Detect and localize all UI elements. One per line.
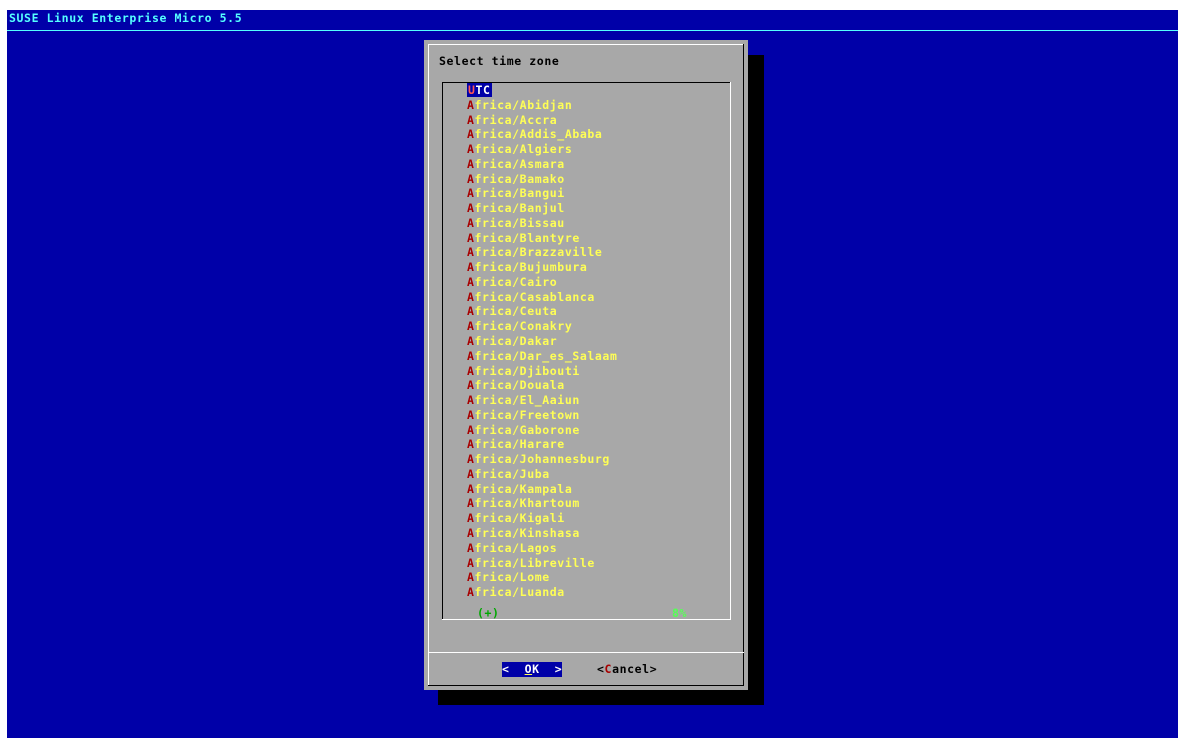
timezone-item[interactable]: Africa/Kigali	[467, 511, 617, 526]
timezone-item-label: A	[467, 142, 475, 157]
timezone-item[interactable]: Africa/Lome	[467, 570, 617, 585]
dialog-border	[743, 44, 744, 686]
timezone-item-label: A	[467, 555, 475, 570]
timezone-item[interactable]: Africa/Conakry	[467, 319, 617, 334]
timezone-item-label: A	[467, 466, 475, 481]
timezone-item-label: A	[467, 171, 475, 186]
timezone-item[interactable]: Africa/Bangui	[467, 186, 617, 201]
timezone-item-label: A	[467, 496, 475, 511]
timezone-item[interactable]: Africa/Harare	[467, 437, 617, 452]
cancel-button-hotkey: C	[604, 662, 613, 676]
timezone-item-label: A	[467, 215, 475, 230]
timezone-item[interactable]: Africa/Banjul	[467, 201, 617, 216]
timezone-item[interactable]: Africa/El_Aaiun	[467, 393, 617, 408]
timezone-item-label: A	[467, 348, 475, 363]
timezone-item-label: U	[468, 83, 476, 97]
ok-button-close: >	[554, 662, 563, 676]
timezone-item-label: A	[467, 570, 475, 585]
ok-button-open: <	[502, 662, 510, 676]
terminal-screen: SUSE Linux Enterprise Micro 5.5 Select t…	[7, 10, 1178, 738]
dialog-border	[428, 44, 429, 686]
timezone-item-label: A	[467, 112, 475, 127]
timezone-item[interactable]: Africa/Khartoum	[467, 496, 617, 511]
timezone-item-label: A	[467, 319, 475, 334]
timezone-item-label: A	[467, 260, 475, 275]
timezone-item[interactable]: Africa/Brazzaville	[467, 245, 617, 260]
cancel-button-open: <	[597, 662, 605, 676]
timezone-item[interactable]: Africa/Luanda	[467, 585, 617, 600]
timezone-item-label: A	[467, 245, 475, 260]
timezone-item[interactable]: Africa/Kampala	[467, 482, 617, 497]
timezone-item[interactable]: Africa/Casablanca	[467, 290, 617, 305]
timezone-item-label: A	[467, 201, 475, 216]
cancel-button-close: >	[649, 662, 658, 676]
timezone-item-label: A	[467, 437, 475, 452]
scroll-indicator: (+)	[477, 606, 500, 620]
timezone-item-label: A	[467, 393, 475, 408]
timezone-item-label: A	[467, 274, 475, 289]
dialog-border	[428, 44, 744, 45]
button-area-divider	[428, 652, 744, 653]
timezone-item-label: A	[467, 156, 475, 171]
timezone-item-label: A	[467, 540, 475, 555]
timezone-item[interactable]: Africa/Bissau	[467, 216, 617, 231]
timezone-item[interactable]: Africa/Lagos	[467, 541, 617, 556]
timezone-item-label: A	[467, 97, 475, 112]
timezone-item[interactable]: Africa/Abidjan	[467, 98, 617, 113]
timezone-list[interactable]: UTC Africa/Abidjan Africa/Accra Africa/Addi…	[467, 83, 617, 600]
dialog-border	[428, 685, 744, 686]
timezone-item-label: A	[467, 186, 475, 201]
timezone-item[interactable]: Africa/Addis_Ababa	[467, 127, 617, 142]
timezone-item[interactable]: Africa/Djibouti	[467, 364, 617, 379]
timezone-item-label: A	[467, 304, 475, 319]
timezone-item[interactable]: Africa/Johannesburg	[467, 452, 617, 467]
timezone-item[interactable]: Africa/Blantyre	[467, 231, 617, 246]
timezone-item-label: A	[467, 230, 475, 245]
timezone-item[interactable]: Africa/Douala	[467, 378, 617, 393]
timezone-item-label: A	[467, 289, 475, 304]
ok-button-label: K	[532, 662, 540, 676]
cancel-button-label: ancel	[612, 662, 650, 676]
timezone-item[interactable]: Africa/Juba	[467, 467, 617, 482]
timezone-item[interactable]: Africa/Accra	[467, 113, 617, 128]
timezone-item[interactable]: Africa/Algiers	[467, 142, 617, 157]
timezone-item[interactable]: Africa/Asmara	[467, 157, 617, 172]
cancel-button[interactable]: <Cancel>	[597, 662, 657, 677]
timezone-item[interactable]: Africa/Ceuta	[467, 304, 617, 319]
timezone-item[interactable]: Africa/Bamako	[467, 172, 617, 187]
timezone-item-label: A	[467, 407, 475, 422]
timezone-item[interactable]: Africa/Dar_es_Salaam	[467, 349, 617, 364]
timezone-dialog: Select time zone UTC Africa/Abidjan Africa…	[424, 40, 748, 690]
timezone-item-label: A	[467, 127, 475, 142]
timezone-item-label: A	[467, 334, 475, 349]
ok-button-hotkey: O	[524, 662, 533, 676]
timezone-item-label: A	[467, 481, 475, 496]
ok-button[interactable]: < OK >	[502, 662, 562, 677]
timezone-item-label: A	[467, 585, 475, 600]
timezone-item[interactable]: Africa/Libreville	[467, 556, 617, 571]
timezone-item-label: A	[467, 363, 475, 378]
scroll-percent: 8%	[672, 606, 688, 620]
timezone-item[interactable]: Africa/Gaborone	[467, 423, 617, 438]
timezone-item[interactable]: Africa/Cairo	[467, 275, 617, 290]
timezone-item[interactable]: Africa/Kinshasa	[467, 526, 617, 541]
backtitle: SUSE Linux Enterprise Micro 5.5	[9, 11, 243, 25]
timezone-item-label: A	[467, 422, 475, 437]
timezone-item-label: A	[467, 452, 475, 467]
timezone-item[interactable]: UTC	[467, 83, 617, 98]
backtitle-divider	[7, 30, 1178, 31]
timezone-item[interactable]: Africa/Bujumbura	[467, 260, 617, 275]
timezone-item-label: A	[467, 525, 475, 540]
timezone-item-label: A	[467, 378, 475, 393]
timezone-item[interactable]: Africa/Dakar	[467, 334, 617, 349]
timezone-item-label: A	[467, 511, 475, 526]
dialog-title: Select time zone	[439, 54, 560, 68]
timezone-item[interactable]: Africa/Freetown	[467, 408, 617, 423]
